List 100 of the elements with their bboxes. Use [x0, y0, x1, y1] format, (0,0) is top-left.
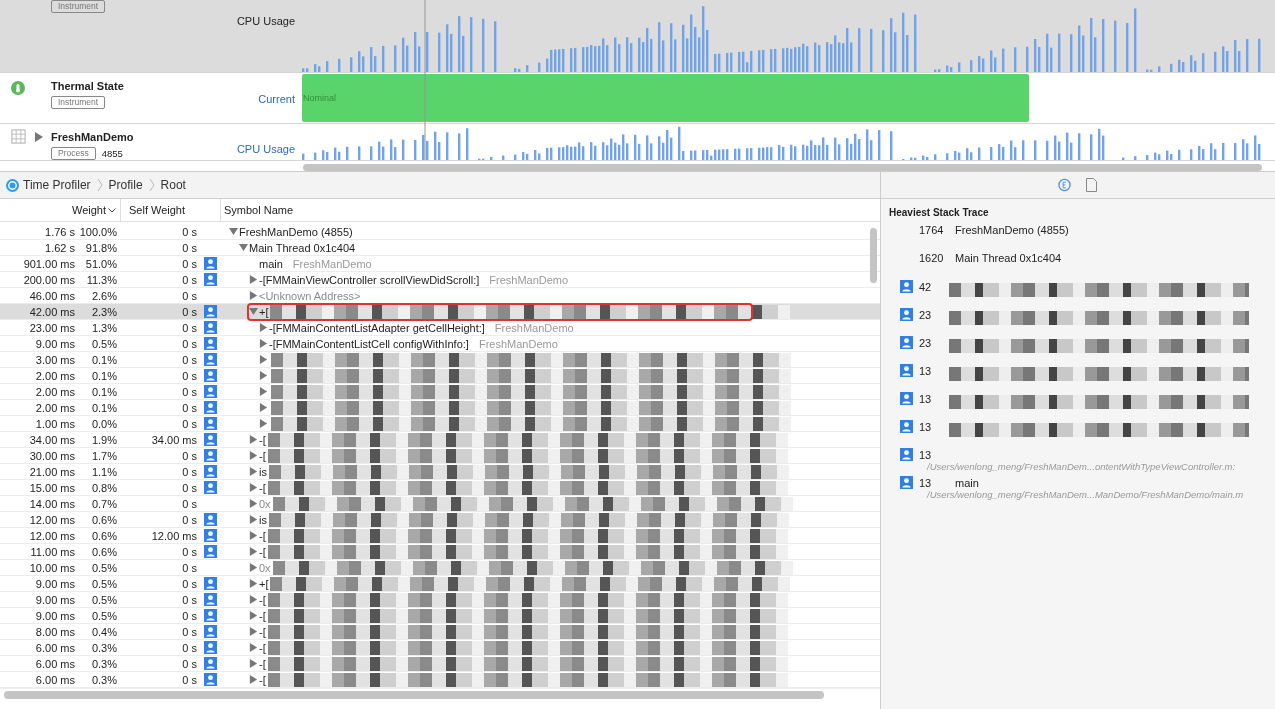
- disclosure-triangle-icon[interactable]: [249, 675, 258, 684]
- breadcrumb-item[interactable]: Root: [160, 178, 186, 192]
- disclosure-triangle-icon[interactable]: [249, 467, 258, 476]
- symbol-name: 0x: [259, 497, 271, 510]
- call-tree-row[interactable]: 9.00 ms 0.5% 0 s -[FMMainContentListCell configWithInfo:] FreshManDemo: [0, 336, 880, 352]
- call-tree-row[interactable]: 23.00 ms 1.3% 0 s -[FMMainContentListAdapter getCellHeight:] FreshManDemo: [0, 320, 880, 336]
- disclosure-triangle-icon[interactable]: [259, 323, 268, 332]
- disclosure-triangle-icon[interactable]: [229, 227, 238, 236]
- call-tree-row[interactable]: 34.00 ms 1.9% 34.00 ms -[: [0, 432, 880, 448]
- disclosure-triangle-icon[interactable]: [249, 435, 258, 444]
- scrollbar-thumb[interactable]: [303, 164, 1262, 171]
- scrollbar-thumb[interactable]: [4, 691, 824, 699]
- disclosure-triangle-icon[interactable]: [249, 515, 258, 524]
- percent-cell-text: 0.3%: [90, 641, 117, 654]
- disclosure-triangle-icon[interactable]: [259, 403, 268, 412]
- document-icon[interactable]: [1085, 178, 1098, 192]
- call-tree-row[interactable]: 200.00 ms 11.3% 0 s -[FMMainViewController scrollViewDidScroll:] FreshManDemo: [0, 272, 880, 288]
- disclosure-triangle-icon[interactable]: [249, 547, 258, 556]
- disclosure-triangle-icon[interactable]: [259, 371, 268, 380]
- call-tree-row[interactable]: 11.00 ms 0.6% 0 s -[: [0, 544, 880, 560]
- call-tree-row[interactable]: 10.00 ms 0.5% 0 s 0x: [0, 560, 880, 576]
- sample-count: 13: [919, 420, 933, 433]
- self-weight-cell-text: 0 s: [181, 609, 197, 622]
- track-type-tag: Instrument: [51, 0, 106, 13]
- call-tree-row[interactable]: 2.00 ms 0.1% 0 s: [0, 400, 880, 416]
- percent-cell-text: 1.7%: [90, 449, 117, 462]
- percent-cell-text: 0.3%: [90, 657, 117, 670]
- column-header[interactable]: Weight: [0, 199, 121, 221]
- stack-frame[interactable]: 1620 Main Thread 0x1c404: [889, 252, 1269, 280]
- call-tree-row[interactable]: 1.76 s 100.0% 0 s FreshManDemo (4855): [0, 224, 880, 240]
- track-row[interactable]: FreshManDemo Process 4855 CPU Usage: [0, 124, 1275, 161]
- disclosure-triangle-icon[interactable]: [249, 627, 258, 636]
- disclosure-triangle-icon[interactable]: [249, 595, 258, 604]
- track-metric-label[interactable]: CPU Usage: [236, 15, 295, 27]
- call-tree-row[interactable]: 2.00 ms 0.1% 0 s: [0, 384, 880, 400]
- call-tree-row[interactable]: 6.00 ms 0.3% 0 s -[: [0, 672, 880, 688]
- disclosure-triangle-icon[interactable]: [249, 451, 258, 460]
- disclosure-triangle-icon[interactable]: [249, 563, 258, 572]
- sample-count: 42: [919, 280, 933, 293]
- call-tree-row[interactable]: 12.00 ms 0.6% 0 s is: [0, 512, 880, 528]
- scrollbar-thumb[interactable]: [870, 228, 877, 283]
- disclosure-triangle-icon[interactable]: [249, 275, 258, 284]
- stack-frame[interactable]: 13: [889, 392, 1269, 420]
- column-header[interactable]: Symbol Name: [221, 199, 294, 221]
- track-metric-label[interactable]: CPU Usage: [236, 143, 295, 155]
- disclosure-triangle-icon[interactable]: [259, 419, 268, 428]
- disclosure-triangle-icon[interactable]: [239, 243, 248, 252]
- disclosure-triangle-icon[interactable]: [249, 611, 258, 620]
- track-row[interactable]: Thermal State Instrument Current Nominal: [0, 73, 1275, 124]
- call-tree-row[interactable]: 12.00 ms 0.6% 12.00 ms -[: [0, 528, 880, 544]
- call-tree-row[interactable]: 21.00 ms 1.1% 0 s is: [0, 464, 880, 480]
- disclosure-triangle-icon[interactable]: [249, 307, 258, 316]
- self-weight-cell-text: 0 s: [181, 449, 197, 462]
- percent-cell-text: 51.0%: [84, 257, 117, 270]
- track-row[interactable]: Instrument CPU Usage: [0, 0, 1275, 73]
- call-tree-row[interactable]: 3.00 ms 0.1% 0 s: [0, 352, 880, 368]
- disclosure-triangle-icon[interactable]: [259, 387, 268, 396]
- call-tree-row[interactable]: 1.00 ms 0.0% 0 s: [0, 416, 880, 432]
- stack-frame[interactable]: 1764 FreshManDemo (4855): [889, 224, 1269, 252]
- extended-detail-icon[interactable]: [1058, 178, 1071, 192]
- call-tree-row[interactable]: 14.00 ms 0.7% 0 s 0x: [0, 496, 880, 512]
- weight-cell-text: 3.00 ms: [34, 353, 75, 366]
- disclosure-triangle-icon[interactable]: [249, 659, 258, 668]
- disclosure-triangle-icon[interactable]: [249, 643, 258, 652]
- stack-frame[interactable]: 13: [889, 364, 1269, 392]
- disclosure-triangle-icon[interactable]: [249, 579, 258, 588]
- column-header[interactable]: Self Weight: [121, 199, 221, 221]
- stack-frame[interactable]: 23: [889, 336, 1269, 364]
- disclosure-triangle-icon[interactable]: [249, 531, 258, 540]
- call-tree-row[interactable]: 6.00 ms 0.3% 0 s -[: [0, 656, 880, 672]
- stack-frame[interactable]: 13 /Users/wenlong_meng/FreshManDem...ontentWithTypeViewController.m:: [889, 448, 1269, 476]
- stack-frame[interactable]: 13: [889, 420, 1269, 448]
- weight-cell-text: 2.00 ms: [34, 385, 75, 398]
- call-tree-row[interactable]: 9.00 ms 0.5% 0 s +[: [0, 576, 880, 592]
- call-tree-row[interactable]: 2.00 ms 0.1% 0 s: [0, 368, 880, 384]
- call-tree-row[interactable]: 9.00 ms 0.5% 0 s -[: [0, 608, 880, 624]
- weight-cell-text: 1.00 ms: [34, 417, 75, 430]
- stack-frame[interactable]: 13 main /Users/wenlong_meng/FreshManDem...ManDemo/FreshManDemo/main.m: [889, 476, 1269, 504]
- call-tree-row[interactable]: 30.00 ms 1.7% 0 s -[: [0, 448, 880, 464]
- disclosure-triangle-icon[interactable]: [35, 132, 43, 142]
- call-tree-row[interactable]: 15.00 ms 0.8% 0 s -[: [0, 480, 880, 496]
- disclosure-triangle-icon[interactable]: [249, 291, 258, 300]
- weight-cell-text: 9.00 ms: [34, 609, 75, 622]
- stack-frame[interactable]: 23: [889, 308, 1269, 336]
- symbol-name: is: [259, 465, 267, 478]
- call-tree-row[interactable]: 9.00 ms 0.5% 0 s -[: [0, 592, 880, 608]
- percent-cell-text: 0.6%: [90, 545, 117, 558]
- disclosure-triangle-icon[interactable]: [259, 339, 268, 348]
- breadcrumb-item[interactable]: Time Profiler: [23, 178, 91, 192]
- disclosure-triangle-icon[interactable]: [249, 499, 258, 508]
- call-tree-row[interactable]: 42.00 ms 2.3% 0 s +[: [0, 304, 880, 320]
- track-metric-label[interactable]: Current: [258, 93, 295, 105]
- percent-cell-text: 0.7%: [90, 497, 117, 510]
- disclosure-triangle-icon[interactable]: [259, 355, 268, 364]
- call-tree-row[interactable]: 8.00 ms 0.4% 0 s -[: [0, 624, 880, 640]
- disclosure-triangle-icon[interactable]: [249, 483, 258, 492]
- file-path: /Users/wenlong_meng/FreshManDem...ManDemo/FreshManDemo/main.m: [925, 489, 1245, 500]
- call-tree-row[interactable]: 6.00 ms 0.3% 0 s -[: [0, 640, 880, 656]
- breadcrumb-item[interactable]: Profile: [108, 178, 143, 192]
- stack-frame[interactable]: 42: [889, 280, 1269, 308]
